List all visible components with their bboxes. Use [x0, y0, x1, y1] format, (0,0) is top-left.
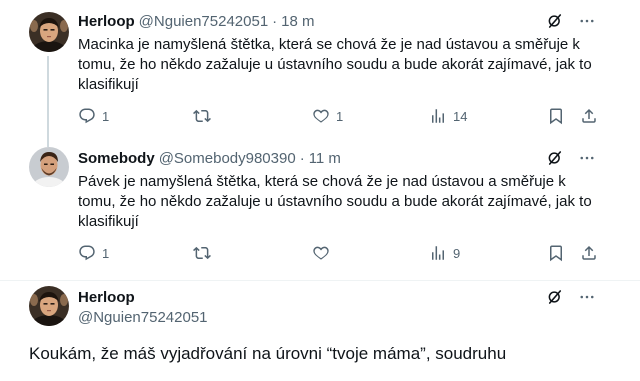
timestamp[interactable]: 11 m — [309, 150, 341, 167]
reply-count: 1 — [102, 108, 110, 124]
avatar[interactable] — [29, 12, 69, 52]
author-name-row: Herloop — [78, 287, 135, 307]
reply-button[interactable]: 1 — [78, 243, 109, 263]
tweet-header-actions — [546, 11, 596, 31]
share-icon — [580, 244, 598, 262]
like-icon — [312, 244, 330, 262]
reply-count: 1 — [102, 245, 110, 261]
share-button[interactable] — [580, 106, 598, 126]
author-handle[interactable]: @Nguien75242051 — [139, 13, 269, 30]
more-icon[interactable] — [578, 288, 596, 306]
tweet-header-actions — [546, 148, 596, 168]
timestamp[interactable]: 18 m — [281, 13, 314, 30]
like-count: 1 — [336, 108, 344, 124]
retweet-button[interactable] — [193, 243, 217, 263]
share-icon — [580, 107, 598, 125]
action-bar: 1 1 14 — [78, 106, 598, 126]
reply-button[interactable]: 1 — [78, 106, 109, 126]
action-bar: 1 9 — [78, 243, 598, 263]
author-name[interactable]: Herloop — [78, 13, 135, 30]
views-button[interactable]: 14 — [429, 106, 467, 126]
author-name[interactable]: Somebody — [78, 150, 155, 167]
grok-icon[interactable] — [546, 288, 564, 306]
share-button[interactable] — [580, 243, 598, 263]
retweet-button[interactable] — [193, 106, 217, 126]
separator-dot: · — [299, 149, 305, 167]
author-handle-row: @Nguien75242051 — [78, 307, 208, 327]
like-icon — [312, 107, 330, 125]
tweet-header: Herloop @Nguien75242051 · 18 m — [78, 11, 315, 31]
views-icon — [429, 244, 447, 262]
avatar[interactable] — [29, 147, 69, 187]
reply-icon — [78, 107, 96, 125]
reply-icon — [78, 244, 96, 262]
like-button[interactable] — [312, 243, 336, 263]
tweet-text: Macinka je namyšlená štětka, která se ch… — [78, 36, 592, 93]
tweet-header-actions — [546, 287, 596, 307]
view-count: 9 — [453, 245, 461, 261]
focused-tweet: Herloop @Nguien75242051 Koukám, že máš v… — [0, 281, 640, 381]
bookmark-icon — [547, 107, 565, 125]
grok-icon[interactable] — [546, 12, 564, 30]
retweet-icon — [193, 107, 211, 125]
views-icon — [429, 107, 447, 125]
bookmark-icon — [547, 244, 565, 262]
tweet-1[interactable]: Herloop @Nguien75242051 · 18 m Macinka j… — [0, 0, 640, 143]
avatar[interactable] — [29, 286, 69, 326]
bookmark-button[interactable] — [547, 243, 565, 263]
author-handle[interactable]: @Nguien75242051 — [78, 309, 208, 326]
more-icon[interactable] — [578, 12, 596, 30]
thread-line — [47, 56, 49, 143]
tweet-header: Somebody @Somebody980390 · 11 m — [78, 148, 341, 168]
view-count: 14 — [453, 108, 468, 124]
tweet-text: Koukám, že máš vyjadřování na úrovni “tv… — [29, 344, 507, 363]
more-icon[interactable] — [578, 149, 596, 167]
separator-dot: · — [272, 12, 278, 30]
views-button[interactable]: 9 — [429, 243, 460, 263]
retweet-icon — [193, 244, 211, 262]
tweet-text: Pávek je namyšlená štětka, která se chov… — [78, 173, 592, 230]
grok-icon[interactable] — [546, 149, 564, 167]
tweet-2[interactable]: Somebody @Somebody980390 · 11 m Pávek je… — [0, 143, 640, 280]
author-handle[interactable]: @Somebody980390 — [159, 150, 296, 167]
bookmark-button[interactable] — [547, 106, 565, 126]
like-button[interactable]: 1 — [312, 106, 343, 126]
author-name[interactable]: Herloop — [78, 289, 135, 306]
